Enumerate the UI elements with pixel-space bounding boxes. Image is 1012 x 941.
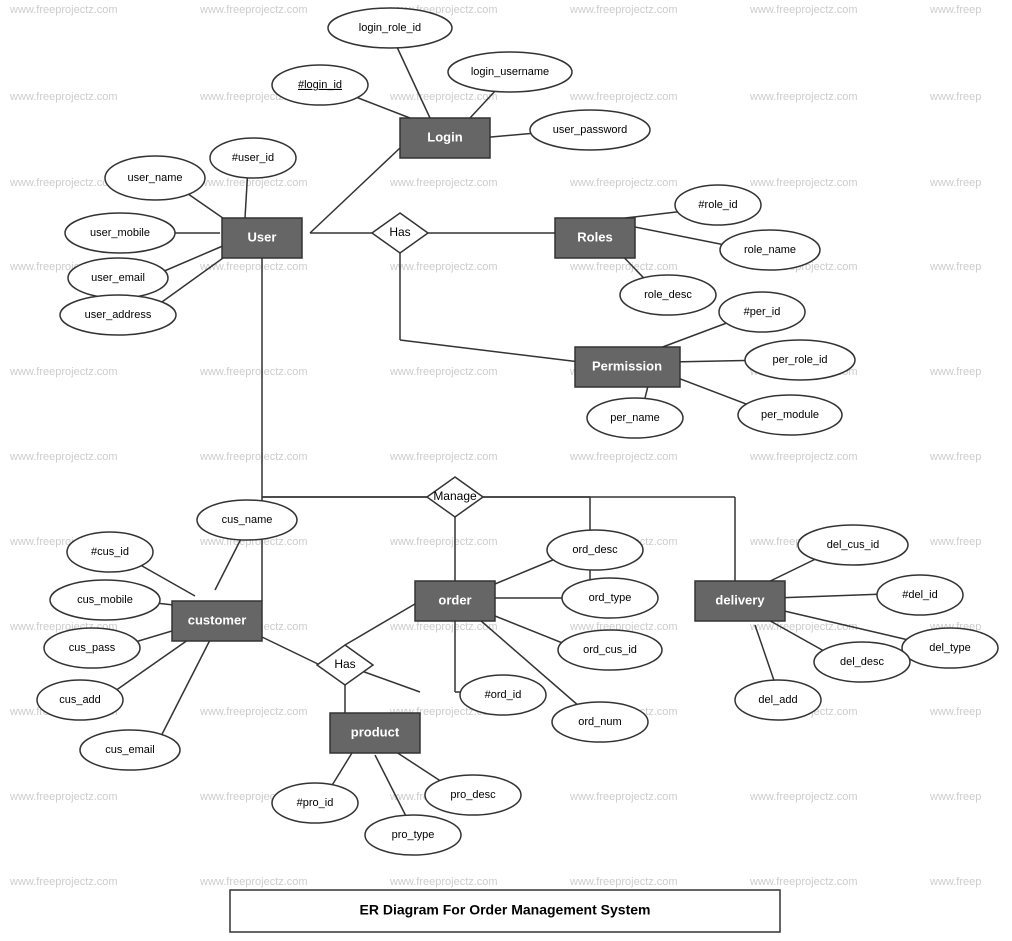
svg-text:www.freeprojectz.com: www.freeprojectz.com (9, 177, 118, 189)
manage-label: Manage (433, 489, 477, 503)
svg-text:www.freeprojectz.com: www.freeprojectz.com (199, 177, 308, 189)
svg-text:www.freeprojectz.com: www.freeprojectz.com (9, 91, 118, 103)
user-label: User (248, 229, 277, 244)
svg-text:del_type: del_type (929, 642, 971, 654)
svg-text:per_module: per_module (761, 409, 819, 421)
svg-text:www.freep: www.freep (929, 4, 981, 16)
svg-text:www.freep: www.freep (929, 451, 981, 463)
svg-text:www.freeprojectz.com: www.freeprojectz.com (569, 791, 678, 803)
svg-text:www.freep: www.freep (929, 706, 981, 718)
svg-text:per_role_id: per_role_id (772, 354, 827, 366)
svg-text:user_address: user_address (85, 309, 152, 321)
svg-text:user_password: user_password (553, 124, 628, 136)
roles-label: Roles (577, 229, 612, 244)
svg-text:login_role_id: login_role_id (359, 22, 421, 34)
svg-text:del_desc: del_desc (840, 656, 885, 668)
has-label-user-roles: Has (389, 225, 410, 239)
svg-text:#ord_id: #ord_id (485, 689, 522, 701)
svg-text:www.freep: www.freep (929, 536, 981, 548)
svg-text:www.freeprojectz.com: www.freeprojectz.com (199, 706, 308, 718)
svg-text:#role_id: #role_id (698, 199, 737, 211)
svg-text:www.freeprojectz.com: www.freeprojectz.com (389, 451, 498, 463)
svg-text:www.freeprojectz.com: www.freeprojectz.com (569, 451, 678, 463)
svg-text:www.freeprojectz.com: www.freeprojectz.com (199, 366, 308, 378)
svg-text:www.freeprojectz.com: www.freeprojectz.com (749, 91, 858, 103)
svg-text:www.freeprojectz.com: www.freeprojectz.com (389, 536, 498, 548)
svg-text:www.freeprojectz.com: www.freeprojectz.com (389, 177, 498, 189)
svg-text:user_mobile: user_mobile (90, 227, 150, 239)
svg-text:www.freeprojectz.com: www.freeprojectz.com (389, 366, 498, 378)
product-label: product (351, 724, 400, 739)
svg-text:www.freeprojectz.com: www.freeprojectz.com (9, 4, 118, 16)
svg-text:www.freeprojectz.com: www.freeprojectz.com (389, 261, 498, 273)
svg-text:ord_type: ord_type (589, 592, 632, 604)
svg-text:#del_id: #del_id (902, 589, 937, 601)
svg-text:www.freeprojectz.com: www.freeprojectz.com (199, 451, 308, 463)
svg-text:cus_pass: cus_pass (69, 642, 116, 654)
svg-text:www.freeprojectz.com: www.freeprojectz.com (749, 4, 858, 16)
diagram-title: ER Diagram For Order Management System (360, 902, 651, 918)
svg-text:cus_mobile: cus_mobile (77, 594, 133, 606)
svg-text:www.freeprojectz.com: www.freeprojectz.com (569, 91, 678, 103)
svg-text:#user_id: #user_id (232, 152, 274, 164)
svg-text:www.freeprojectz.com: www.freeprojectz.com (9, 876, 118, 888)
svg-text:www.freeprojectz.com: www.freeprojectz.com (389, 876, 498, 888)
login-label: Login (427, 129, 462, 144)
svg-text:www.freep: www.freep (929, 91, 981, 103)
svg-text:#pro_id: #pro_id (297, 797, 334, 809)
has-label-order-product: Has (334, 657, 355, 671)
order-label: order (438, 592, 471, 607)
svg-text:www.freep: www.freep (929, 261, 981, 273)
svg-text:www.freep: www.freep (929, 791, 981, 803)
svg-text:role_desc: role_desc (644, 289, 692, 301)
svg-text:www.freeprojectz.com: www.freeprojectz.com (389, 621, 498, 633)
svg-text:www.freeprojectz.com: www.freeprojectz.com (9, 366, 118, 378)
svg-text:per_name: per_name (610, 412, 660, 424)
svg-text:www.freeprojectz.com: www.freeprojectz.com (569, 177, 678, 189)
delivery-label: delivery (715, 592, 765, 607)
svg-text:pro_desc: pro_desc (450, 789, 496, 801)
svg-text:www.freeprojectz.com: www.freeprojectz.com (199, 876, 308, 888)
svg-text:www.freeprojectz.com: www.freeprojectz.com (199, 4, 308, 16)
svg-text:www.freeprojectz.com: www.freeprojectz.com (9, 451, 118, 463)
svg-text:www.freeprojectz.com: www.freeprojectz.com (569, 4, 678, 16)
svg-text:www.freeprojectz.com: www.freeprojectz.com (749, 621, 858, 633)
svg-text:user_email: user_email (91, 272, 145, 284)
svg-text:www.freeprojectz.com: www.freeprojectz.com (9, 791, 118, 803)
svg-text:www.freeprojectz.com: www.freeprojectz.com (749, 177, 858, 189)
svg-text:www.freeprojectz.com: www.freeprojectz.com (569, 876, 678, 888)
svg-text:www.freep: www.freep (929, 366, 981, 378)
svg-text:del_add: del_add (758, 694, 797, 706)
svg-text:www.freeprojectz.com: www.freeprojectz.com (749, 791, 858, 803)
svg-text:#per_id: #per_id (744, 306, 781, 318)
svg-text:cus_add: cus_add (59, 694, 101, 706)
svg-text:www.freep: www.freep (929, 177, 981, 189)
permission-label: Permission (592, 358, 662, 373)
svg-text:login_username: login_username (471, 66, 549, 78)
svg-text:pro_type: pro_type (392, 829, 435, 841)
svg-text:ord_cus_id: ord_cus_id (583, 644, 637, 656)
svg-text:www.freeprojectz.com: www.freeprojectz.com (569, 261, 678, 273)
svg-text:cus_name: cus_name (222, 514, 273, 526)
svg-text:www.freep: www.freep (929, 876, 981, 888)
svg-text:del_cus_id: del_cus_id (827, 539, 880, 551)
svg-text:www.freeprojectz.com: www.freeprojectz.com (749, 451, 858, 463)
customer-label: customer (188, 612, 247, 627)
svg-text:www.freeprojectz.com: www.freeprojectz.com (749, 876, 858, 888)
svg-text:ord_num: ord_num (578, 716, 621, 728)
svg-text:cus_email: cus_email (105, 744, 155, 756)
svg-text:ord_desc: ord_desc (572, 544, 618, 556)
svg-text:role_name: role_name (744, 244, 796, 256)
svg-text:#login_id: #login_id (298, 79, 342, 91)
svg-text:www.freeprojectz.com: www.freeprojectz.com (389, 91, 498, 103)
svg-text:#cus_id: #cus_id (91, 546, 129, 558)
svg-text:user_name: user_name (127, 172, 182, 184)
